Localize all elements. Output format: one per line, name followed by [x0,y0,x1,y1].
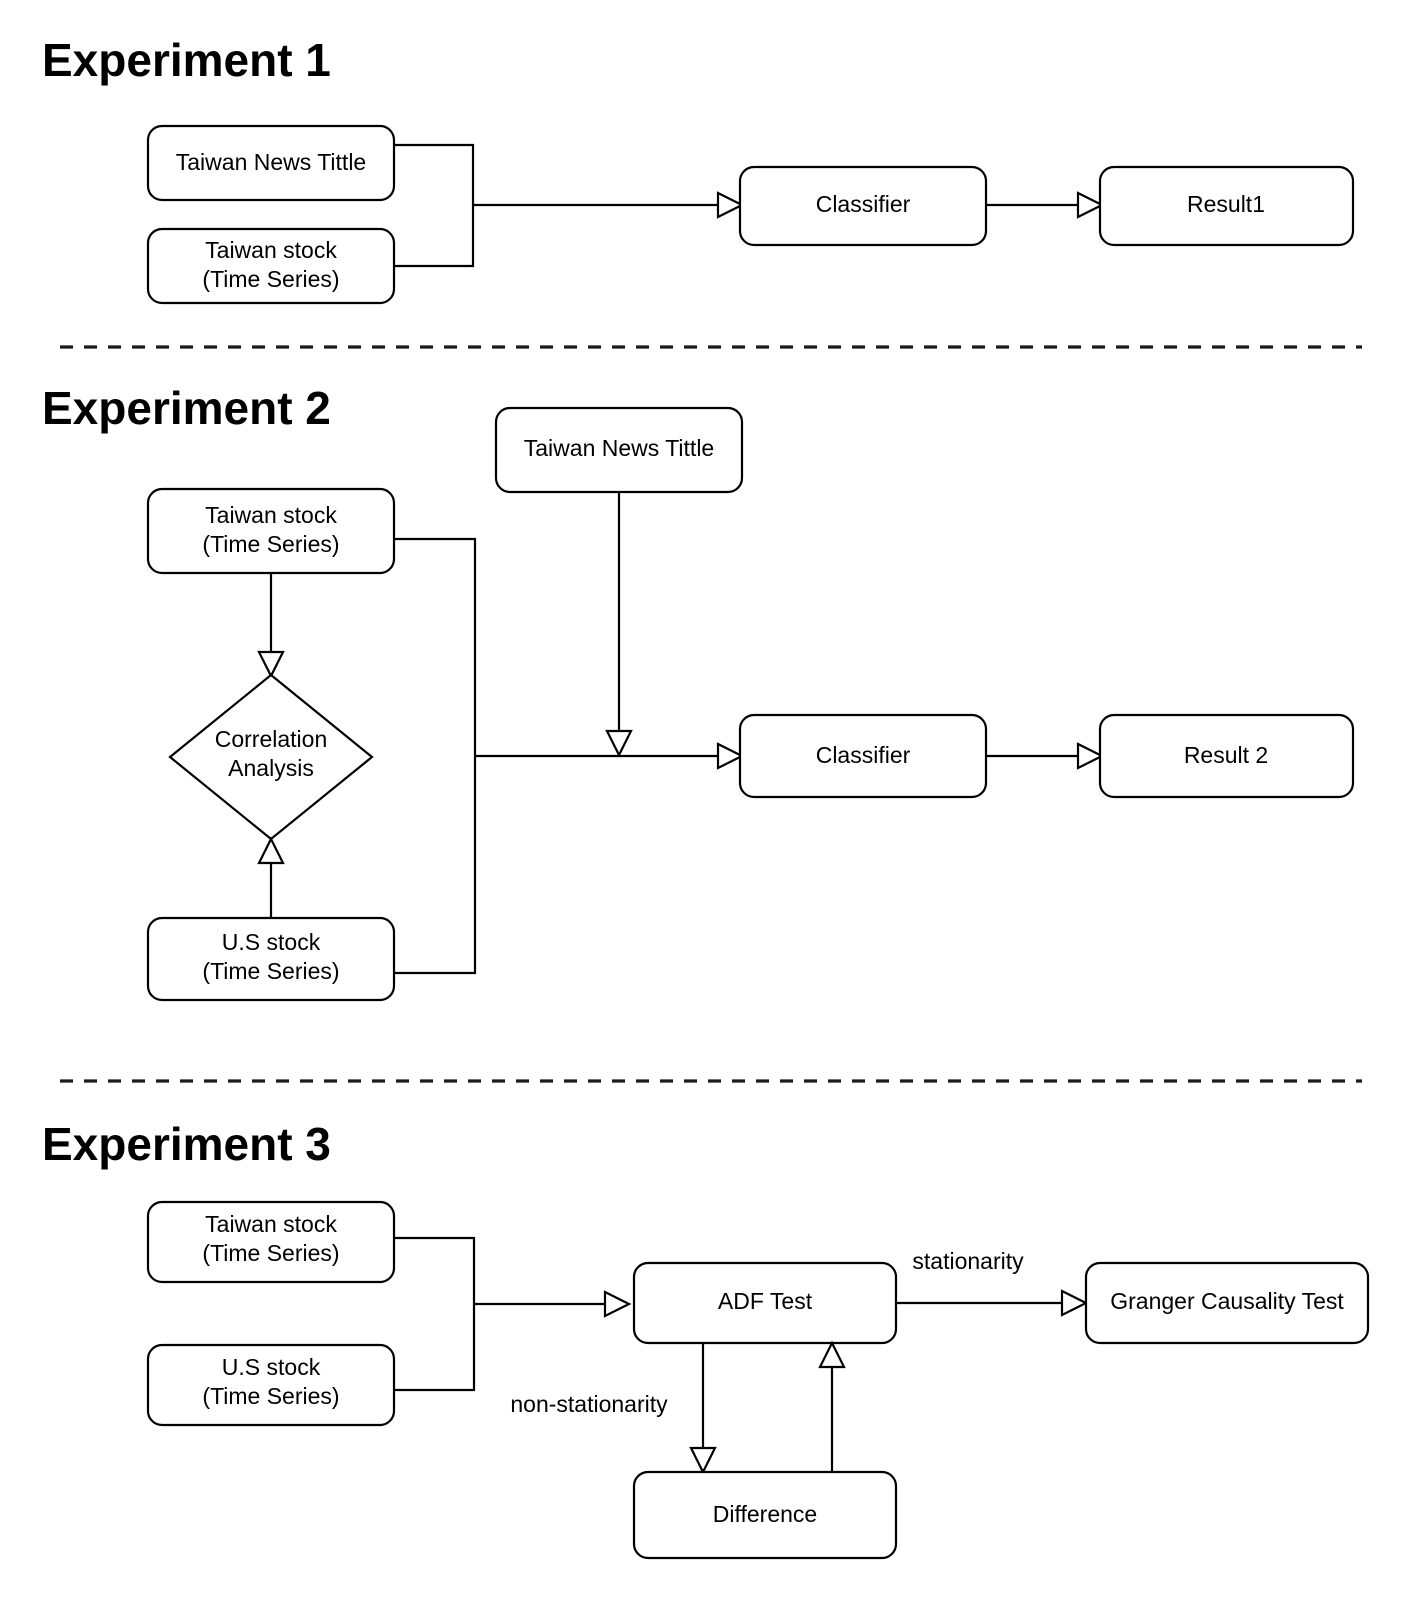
edge-label-stationarity: stationarity [912,1248,1024,1274]
section-title-experiment-3: Experiment 3 [42,1118,331,1170]
node-label: Granger Causality Test [1110,1288,1344,1314]
node-label-line1: U.S stock [222,929,321,955]
node-e2-taiwan-news-tittle[interactable]: Taiwan News Tittle [494,406,744,494]
node-e1-taiwan-stock[interactable]: Taiwan stock (Time Series) [146,227,396,305]
edge-label-non-stationarity: non-stationarity [510,1391,668,1417]
arrow-head-e1-result [1076,191,1105,219]
node-label-line2: (Time Series) [202,958,339,984]
node-label-line1: U.S stock [222,1354,321,1380]
node-e2-result2[interactable]: Result 2 [1098,713,1355,799]
node-label: Classifier [816,742,911,768]
section-title-experiment-2: Experiment 2 [42,382,331,434]
node-label-line1: Taiwan stock [205,502,337,528]
node-label: Classifier [816,191,911,217]
arrow-head-e3-difference [689,1446,717,1475]
arrow-head-e3-adf-feedback [818,1340,846,1369]
node-e3-granger-causality-test[interactable]: Granger Causality Test [1084,1261,1370,1345]
arrow-head-e2-result [1076,742,1105,770]
node-label: Taiwan News Tittle [176,149,366,175]
node-e2-classifier[interactable]: Classifier [738,713,988,799]
edge-e1-sources-bus [394,143,475,268]
arrow-head-e2-news-drop [605,729,633,758]
arrow-head-e2-corr-bottom [257,836,285,865]
node-label-line1: Taiwan stock [205,237,337,263]
node-label: Taiwan News Tittle [524,435,714,461]
node-label-line2: Analysis [228,755,314,781]
node-e3-difference[interactable]: Difference [632,1470,898,1560]
arrow-head-e1-classifier [716,191,745,219]
edge-e2-sources-bus [394,537,477,975]
node-label-line2: (Time Series) [202,531,339,557]
section-experiment-3: Experiment 3 Taiwan stock (Time Series) … [42,1118,1370,1560]
node-label-line2: (Time Series) [202,266,339,292]
arrow-head-e3-granger [1060,1289,1089,1317]
arrow-head-e3-adf [603,1290,632,1318]
node-e3-taiwan-stock[interactable]: Taiwan stock (Time Series) [146,1200,396,1284]
node-e2-taiwan-stock[interactable]: Taiwan stock (Time Series) [146,487,396,575]
node-label-line2: (Time Series) [202,1383,339,1409]
node-label: Result 2 [1184,742,1268,768]
node-label: Difference [713,1501,817,1527]
node-e2-correlation-analysis[interactable]: Correlation Analysis [168,673,374,841]
node-label-line1: Taiwan stock [205,1211,337,1237]
section-experiment-1: Experiment 1 Taiwan News Tittle Taiwan s… [42,34,1355,305]
flowchart-diagram: Experiment 1 Taiwan News Tittle Taiwan s… [0,0,1417,1600]
arrow-head-e2-classifier [716,742,745,770]
node-e1-taiwan-news-tittle[interactable]: Taiwan News Tittle [146,124,396,202]
node-e1-classifier[interactable]: Classifier [738,165,988,247]
edge-e3-sources-bus [394,1236,476,1392]
node-e3-adf-test[interactable]: ADF Test [632,1261,898,1345]
section-experiment-2: Experiment 2 Taiwan News Tittle Taiwan s… [42,382,1355,1002]
node-e2-us-stock[interactable]: U.S stock (Time Series) [146,916,396,1002]
node-label-line1: Correlation [215,726,328,752]
node-label: ADF Test [718,1288,813,1314]
flowchart-canvas: Experiment 1 Taiwan News Tittle Taiwan s… [42,34,1370,1560]
node-label-line2: (Time Series) [202,1240,339,1266]
arrow-head-e2-corr-top [257,650,285,679]
section-title-experiment-1: Experiment 1 [42,34,331,86]
node-label: Result1 [1187,191,1265,217]
node-e3-us-stock[interactable]: U.S stock (Time Series) [146,1343,396,1427]
node-e1-result1[interactable]: Result1 [1098,165,1355,247]
